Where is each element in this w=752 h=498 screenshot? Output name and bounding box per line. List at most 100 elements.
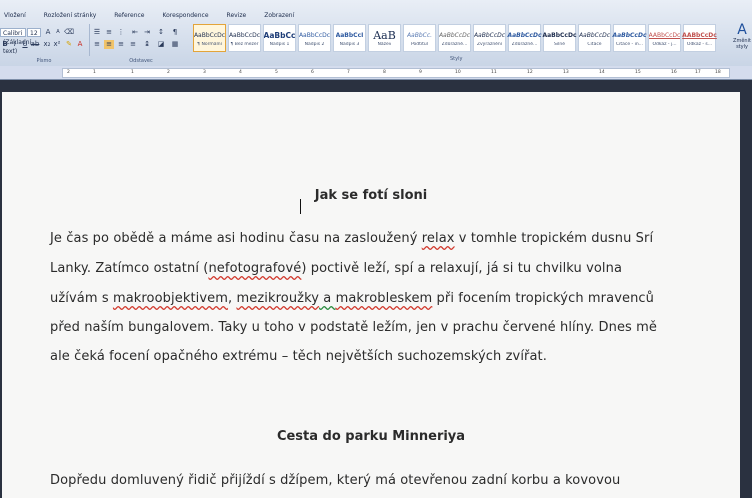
- document-title: Jak se fotí sloni: [314, 188, 428, 203]
- style-name: Nadpis 1: [269, 41, 290, 47]
- style-subtle-emphasis[interactable]: AaBbCcDc Zdůrazně...: [438, 24, 471, 52]
- spellcheck-word: makroobjektivem: [112, 291, 229, 306]
- style-heading-3[interactable]: AaBbCcI Nadpis 3: [333, 24, 366, 52]
- increase-indent-icon[interactable]: ⇥: [142, 28, 152, 37]
- line-spacing-icon[interactable]: ↨: [142, 40, 152, 49]
- document-page[interactable]: Jak se fotí sloni Je čas po obědě a máme…: [2, 92, 740, 498]
- tab-page-layout[interactable]: Rozložení stránky: [44, 10, 97, 22]
- underline-icon[interactable]: U: [20, 40, 30, 49]
- align-center-icon[interactable]: ≡: [104, 40, 114, 49]
- style-sample: AaBbCcDc: [438, 31, 471, 39]
- tab-mailings[interactable]: Korespondence: [163, 10, 209, 22]
- style-sample: AaBbCc.: [406, 31, 433, 39]
- sort-icon[interactable]: ↕: [156, 28, 166, 37]
- shading-icon[interactable]: ◪: [156, 40, 166, 49]
- style-name: Odkaz - s...: [686, 41, 713, 47]
- font-color-icon[interactable]: A: [75, 40, 85, 49]
- ruler-tick: 8: [383, 70, 386, 75]
- style-name: Odkaz - j...: [652, 41, 677, 47]
- style-sample: AaBbCc: [263, 30, 296, 40]
- spellcheck-word: makrobleskem: [335, 291, 433, 306]
- ruler-tick: 9: [419, 70, 422, 75]
- style-sample: AaBbCcDc: [542, 31, 577, 39]
- spellcheck-word: nefotografové: [208, 261, 302, 276]
- numbering-icon[interactable]: ≡: [104, 28, 114, 37]
- ruler-tick: 3: [203, 70, 206, 75]
- ruler-tick: 14: [599, 70, 605, 75]
- change-styles-label: Změnit styly: [733, 38, 751, 50]
- style-intense-emphasis[interactable]: AaBbCcDc Zdůrazně...: [507, 24, 542, 52]
- grammar-word: a: [319, 291, 336, 306]
- show-marks-icon[interactable]: ¶: [170, 28, 180, 37]
- style-sample: AaBbCcI: [335, 31, 364, 39]
- tab-insert[interactable]: Vložení: [4, 10, 26, 22]
- justify-icon[interactable]: ≡: [128, 40, 138, 49]
- style-name: Zdůrazně...: [441, 41, 468, 47]
- clear-format-icon[interactable]: ⌫: [64, 28, 74, 37]
- borders-icon[interactable]: ▦: [170, 40, 180, 49]
- tab-view[interactable]: Zobrazení: [264, 10, 294, 22]
- style-sample: AaBbCcDc: [473, 31, 506, 39]
- style-heading-2[interactable]: AaBbCcDc Nadpis 2: [298, 24, 331, 52]
- italic-icon[interactable]: I: [10, 40, 20, 49]
- bullets-icon[interactable]: ☰: [92, 28, 102, 37]
- style-name: Nadpis 2: [304, 41, 325, 47]
- tab-review[interactable]: Revize: [227, 10, 247, 22]
- text-run: Je čas po obědě a máme asi hodinu času n…: [50, 231, 422, 246]
- style-name: Nadpis 3: [339, 41, 360, 47]
- ruler-tick: 12: [527, 70, 533, 75]
- style-intense-reference[interactable]: AABbCcDc Odkaz - s...: [682, 24, 717, 52]
- font-size-dropdown[interactable]: 12: [27, 28, 41, 37]
- style-sample: AaB: [373, 29, 396, 42]
- multilevel-list-icon[interactable]: ⋮: [116, 28, 126, 37]
- style-normal[interactable]: AaBbCcDc ¶ Normální: [193, 24, 226, 52]
- style-sample: AaBbCcDc: [612, 31, 647, 39]
- text-run: ,: [228, 291, 237, 306]
- strikethrough-icon[interactable]: ab: [30, 40, 40, 49]
- style-title[interactable]: AaB Název: [368, 24, 401, 52]
- align-left-icon[interactable]: ≡: [92, 40, 102, 49]
- text-run: při focením tropických mravenců: [432, 291, 655, 306]
- style-quote[interactable]: AaBbCcDc Citace: [578, 24, 611, 52]
- style-heading-1[interactable]: AaBbCc Nadpis 1: [263, 24, 296, 52]
- font-name-dropdown[interactable]: Calibri (Základní text): [0, 28, 31, 55]
- ruler-tick: 11: [491, 70, 497, 75]
- tab-references[interactable]: Reference: [114, 10, 144, 22]
- text-cursor: [300, 199, 301, 214]
- paragraph-line: ale čeká focení opačného extrému – těch …: [50, 349, 547, 364]
- ruler-tick: 18: [715, 70, 721, 75]
- paragraph-line: před naším bungalovem. Taky u toho v pod…: [50, 320, 658, 335]
- style-sample: AaBbCcDc: [298, 31, 331, 39]
- text-run: v tomhle tropickém dusnu Srí: [454, 231, 654, 246]
- bold-icon[interactable]: B: [0, 40, 10, 49]
- grow-font-icon[interactable]: A: [43, 28, 53, 37]
- style-name: Zvýraznění: [476, 41, 503, 47]
- style-intense-quote[interactable]: AaBbCcDc Citace - in...: [612, 24, 647, 52]
- ruler-tick: 4: [239, 70, 242, 75]
- text-run: užívám s: [50, 291, 113, 306]
- change-styles-button[interactable]: A Změnit styly: [732, 22, 752, 58]
- style-no-spacing[interactable]: AaBbCcDc ¶ Bez mezer: [228, 24, 261, 52]
- style-name: Citace - in...: [615, 41, 644, 47]
- ruler-tick: 6: [311, 70, 314, 75]
- ribbon: Vložení Rozložení stránky Reference Kore…: [0, 0, 752, 67]
- style-sample: AaBbCcDc: [578, 31, 611, 39]
- style-emphasis[interactable]: AaBbCcDc Zvýraznění: [473, 24, 506, 52]
- text-run: ) poctivě leží, spí a relaxují, já si tu…: [301, 261, 623, 276]
- style-strong[interactable]: AaBbCcDc Silné: [542, 24, 577, 52]
- change-styles-icon: A: [737, 22, 747, 38]
- section-heading: Cesta do parku Minneriya: [276, 429, 466, 444]
- style-name: Podtitul: [410, 41, 429, 47]
- style-subtle-reference[interactable]: AABbCcDc Odkaz - j...: [648, 24, 681, 52]
- superscript-icon[interactable]: x²: [52, 40, 62, 49]
- style-sample: AaBbCcDc: [193, 31, 226, 39]
- highlight-icon[interactable]: ✎: [64, 40, 74, 49]
- horizontal-ruler[interactable]: 1 2 1 2 3 4 5 6 7 8 9 10 11 12 13 14 15 …: [0, 66, 752, 80]
- decrease-indent-icon[interactable]: ⇤: [130, 28, 140, 37]
- align-right-icon[interactable]: ≡: [116, 40, 126, 49]
- ruler-tick: 1: [93, 70, 96, 75]
- ruler-tick: 13: [563, 70, 569, 75]
- shrink-font-icon[interactable]: A: [53, 28, 63, 37]
- style-subtitle[interactable]: AaBbCc. Podtitul: [403, 24, 436, 52]
- subscript-icon[interactable]: x₂: [42, 40, 52, 49]
